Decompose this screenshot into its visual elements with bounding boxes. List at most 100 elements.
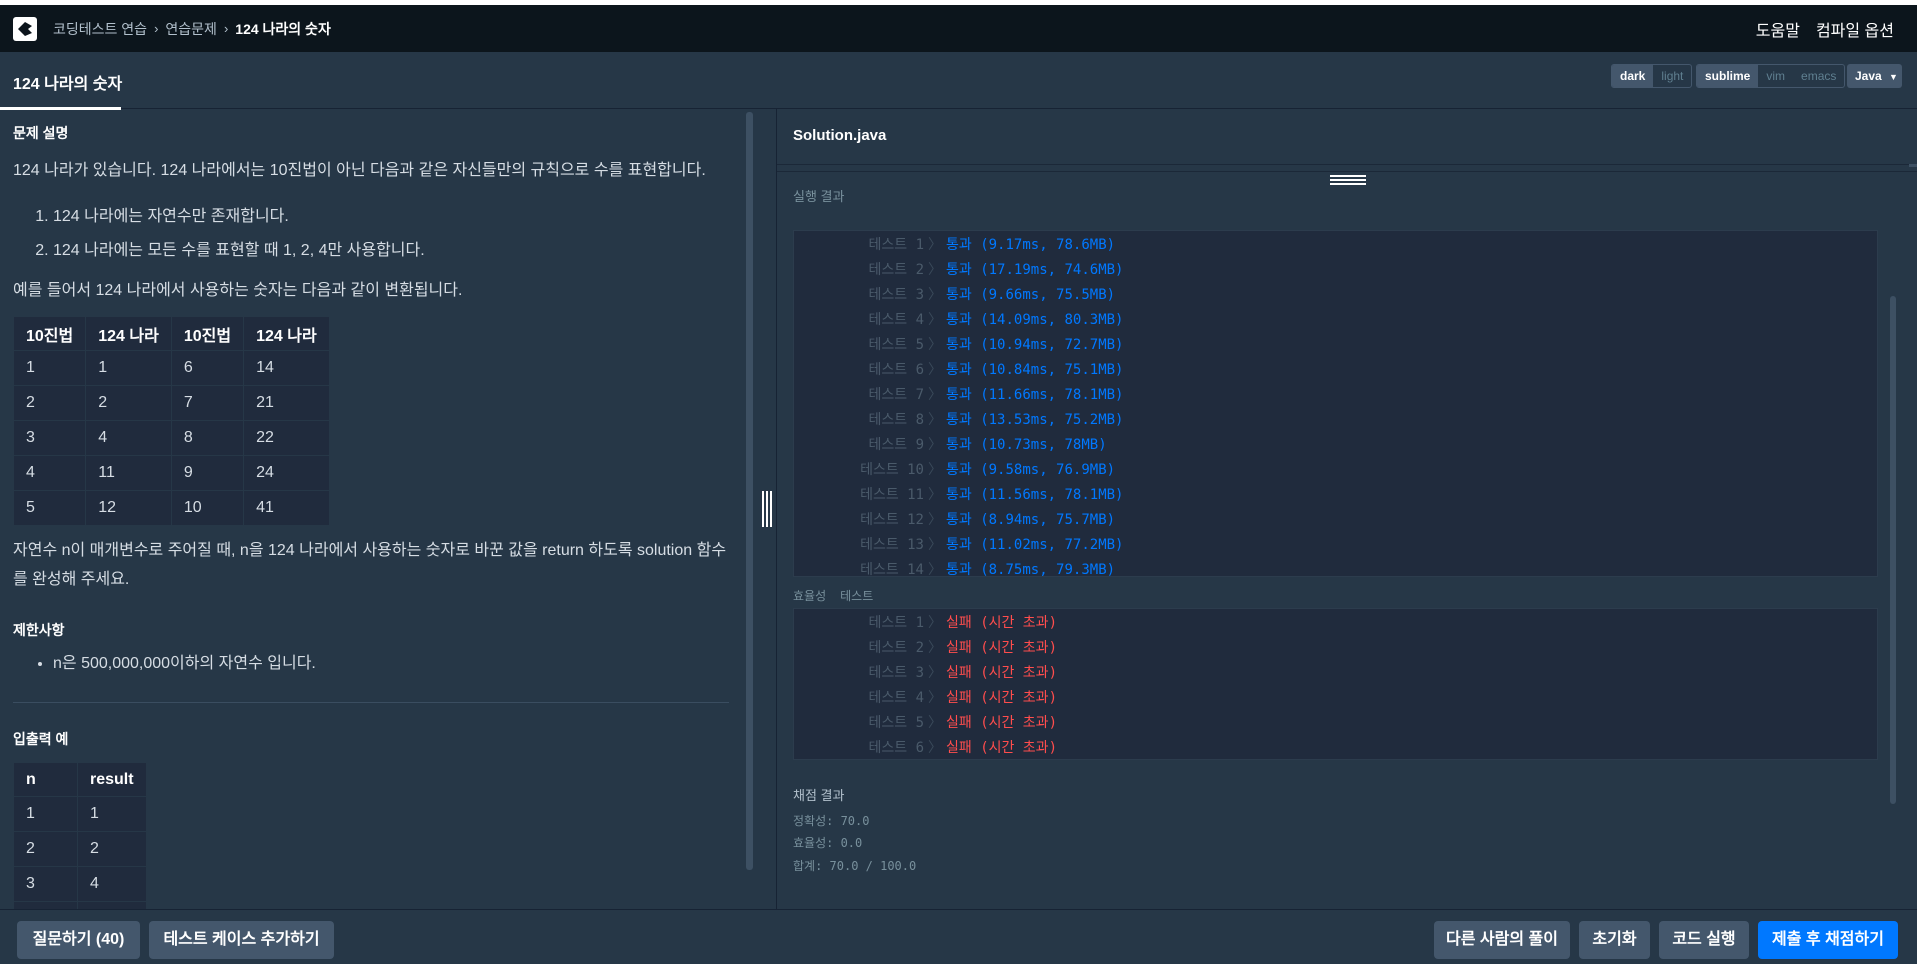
test-name: 테스트 12	[860, 512, 924, 528]
test-result: 통과 (17.19ms, 74.6MB)	[946, 262, 1124, 278]
breadcrumb-item-practice[interactable]: 연습문제	[165, 19, 217, 39]
bottom-action-bar: 질문하기 (40) 테스트 케이스 추가하기 다른 사람의 풀이 초기화 코드 …	[0, 909, 1917, 964]
breadcrumb: 코딩테스트 연습 › 연습문제 › 124 나라의 숫자	[53, 19, 331, 39]
test-name: 테스트 4	[868, 312, 925, 328]
test-result-row: 테스트 14 〉 통과 (8.75ms, 79.3MB)	[794, 558, 1877, 583]
problem-intro: 124 나라가 있습니다. 124 나라에서는 10진법이 아닌 다음과 같은 …	[13, 162, 706, 179]
test-result-row: 테스트 11 〉 통과 (11.56ms, 78.1MB)	[794, 483, 1877, 508]
keymap-sublime-option[interactable]: sublime	[1697, 65, 1759, 87]
programmers-logo-icon[interactable]	[13, 16, 37, 41]
test-result: 통과 (9.66ms, 75.5MB)	[946, 287, 1116, 303]
ask-question-button[interactable]: 질문하기 (40)	[17, 921, 140, 959]
chevron-right-icon: 〉	[928, 337, 942, 353]
compile-options-link[interactable]: 컴파일 옵션	[1816, 17, 1894, 41]
keymap-vim-option[interactable]: vim	[1758, 65, 1793, 87]
chevron-right-icon: 〉	[928, 362, 942, 378]
test-name: 테스트 2	[868, 262, 925, 278]
test-name: 테스트 5	[868, 715, 925, 731]
test-result-row: 테스트 8 〉 통과 (13.53ms, 75.2MB)	[794, 408, 1877, 433]
result-divider	[777, 171, 1917, 172]
test-result-row: 테스트 10 〉 통과 (9.58ms, 76.9MB)	[794, 458, 1877, 483]
test-name: 테스트 6	[868, 740, 925, 756]
test-result: 통과 (8.94ms, 75.7MB)	[946, 512, 1116, 528]
theme-toggle: dark light	[1611, 64, 1693, 88]
theme-dark-option[interactable]: dark	[1612, 65, 1654, 87]
table-cell: 4	[85, 420, 172, 456]
table-cell: 2	[85, 385, 172, 421]
test-result-row: 테스트 1 〉 실패 (시간 초과)	[794, 611, 1877, 636]
table-cell: 9	[170, 455, 245, 491]
keymap-toggle: sublime vim emacs	[1696, 64, 1846, 88]
chevron-right-icon: 〉	[928, 262, 942, 278]
test-result-row: 테스트 4 〉 통과 (14.09ms, 80.3MB)	[794, 308, 1877, 333]
test-result-row: 테스트 3 〉 통과 (9.66ms, 75.5MB)	[794, 283, 1877, 308]
reset-button[interactable]: 초기화	[1579, 921, 1650, 959]
help-link[interactable]: 도움말	[1756, 17, 1800, 41]
tab-problem[interactable]: 124 나라의 숫자	[13, 52, 122, 109]
test-result-row: 테스트 5 〉 통과 (10.94ms, 72.7MB)	[794, 333, 1877, 358]
breadcrumb-item-coding-test[interactable]: 코딩테스트 연습	[53, 19, 147, 39]
test-name: 테스트 1	[868, 237, 925, 253]
table-cell: 2	[12, 385, 87, 421]
table-header-row: n result	[13, 762, 147, 797]
language-select[interactable]: Java ▼	[1847, 64, 1902, 88]
test-result: 통과 (11.02ms, 77.2MB)	[946, 537, 1124, 553]
table-cell: 6	[170, 350, 245, 386]
problem-scrollbar[interactable]	[746, 112, 753, 870]
table-cell: 2	[13, 831, 78, 867]
table-cell: 1	[77, 796, 147, 832]
test-result: 실패 (시간 초과)	[946, 740, 1057, 756]
table-cell: 3	[12, 420, 87, 456]
test-result-row: 테스트 3 〉 실패 (시간 초과)	[794, 661, 1877, 686]
test-result: 실패 (시간 초과)	[946, 690, 1057, 706]
table-cell: 14	[243, 350, 330, 386]
test-name: 테스트 13	[860, 537, 924, 553]
test-name: 테스트 5	[868, 337, 925, 353]
editor-filename: Solution.java	[793, 127, 887, 144]
chevron-right-icon: 〉	[928, 640, 942, 656]
chevron-right-icon: 〉	[928, 512, 942, 528]
others-solution-button[interactable]: 다른 사람의 풀이	[1434, 921, 1570, 959]
grading-total: 합계: 70.0 / 100.0	[793, 859, 917, 873]
chevron-right-icon: ›	[154, 21, 159, 36]
submit-button[interactable]: 제출 후 채점하기	[1758, 921, 1898, 959]
problem-panel: 문제 설명 124 나라가 있습니다. 124 나라에서는 10진법이 아닌 다…	[0, 109, 757, 909]
chevron-right-icon: ›	[223, 21, 229, 36]
breadcrumb-item-current: 124 나라의 숫자	[235, 20, 331, 37]
table-cell: 8	[170, 420, 245, 456]
caret-down-icon: ▼	[1889, 72, 1898, 82]
table-row: 11	[13, 796, 147, 832]
chevron-right-icon: 〉	[928, 537, 942, 553]
result-resize-handle[interactable]	[1330, 175, 1366, 185]
theme-light-option[interactable]: light	[1653, 65, 1691, 87]
test-result-row: 테스트 12 〉 통과 (8.94ms, 75.7MB)	[794, 508, 1877, 533]
problem-description-title: 문제 설명	[13, 125, 69, 141]
table-cell: 11	[85, 455, 172, 491]
constraint-item: n은 500,000,000이하의 자연수 입니다.	[53, 649, 733, 673]
table-cell: 1	[85, 350, 172, 386]
test-result-row: 테스트 5 〉 실패 (시간 초과)	[794, 711, 1877, 736]
test-name: 테스트 9	[868, 437, 925, 453]
panel-resize-handle[interactable]	[762, 491, 772, 527]
test-name: 테스트 14	[860, 562, 924, 578]
chevron-right-icon: 〉	[928, 287, 942, 303]
table-row: 4 11 9 24	[12, 455, 330, 491]
efficiency-label-right: 테스트	[840, 589, 874, 603]
test-result-row: 테스트 2 〉 실패 (시간 초과)	[794, 636, 1877, 661]
test-result: 통과 (11.56ms, 78.1MB)	[946, 487, 1124, 503]
add-testcase-button[interactable]: 테스트 케이스 추가하기	[149, 921, 334, 959]
editor-scroll-marker	[1909, 164, 1917, 167]
table-cell	[13, 901, 78, 909]
table-row: 34	[13, 866, 147, 902]
test-result: 통과 (14.09ms, 80.3MB)	[946, 312, 1124, 328]
table-cell	[77, 901, 147, 909]
keymap-emacs-option[interactable]: emacs	[1793, 65, 1844, 87]
test-result-row: 테스트 9 〉 통과 (10.73ms, 78MB)	[794, 433, 1877, 458]
test-result: 통과 (13.53ms, 75.2MB)	[946, 412, 1124, 428]
test-result: 실패 (시간 초과)	[946, 615, 1057, 631]
result-scrollbar[interactable]	[1890, 296, 1896, 804]
run-code-button[interactable]: 코드 실행	[1659, 921, 1749, 959]
test-name: 테스트 3	[868, 287, 925, 303]
top-navbar: 코딩테스트 연습 › 연습문제 › 124 나라의 숫자 도움말 컴파일 옵션	[0, 5, 1917, 52]
table-header: result	[77, 762, 147, 797]
